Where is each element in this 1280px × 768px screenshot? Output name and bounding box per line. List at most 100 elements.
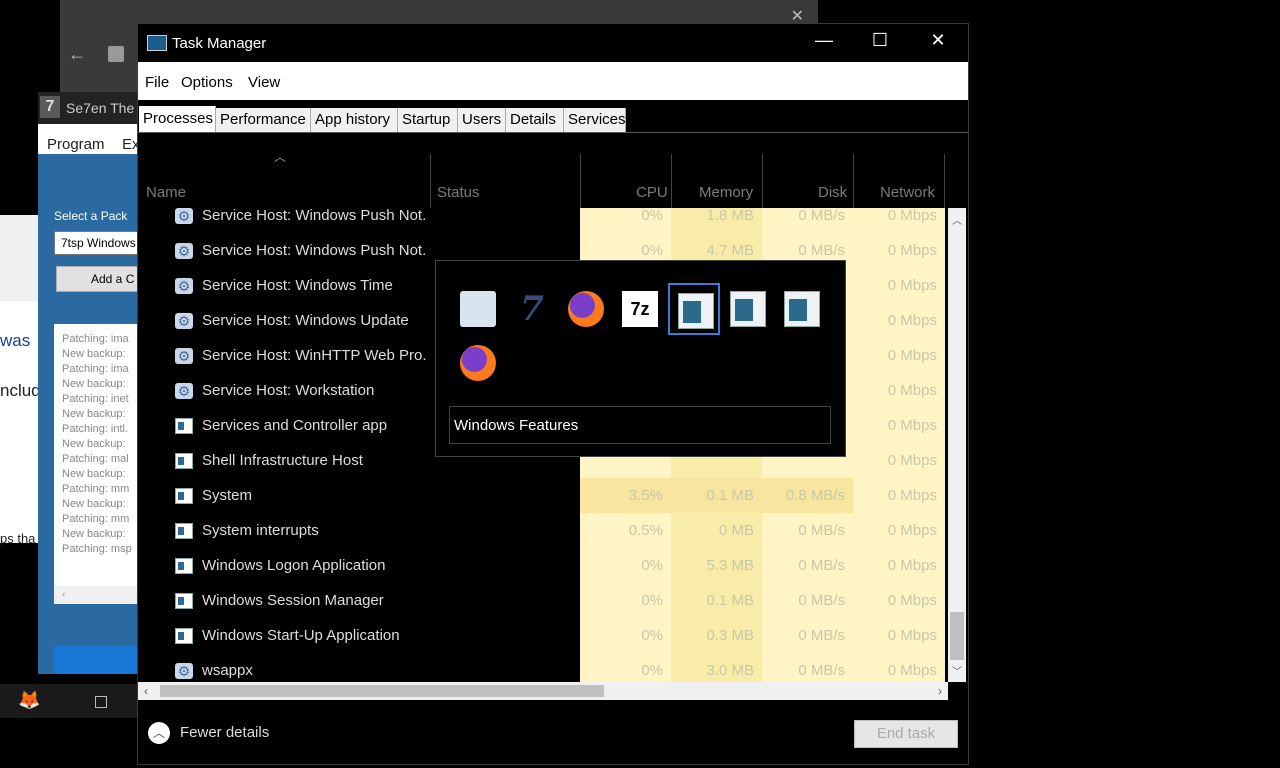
tab-app-history[interactable]: App history (311, 108, 398, 132)
column-divider[interactable] (853, 154, 854, 208)
cell-net: 0 Mbps (853, 208, 945, 233)
gear-icon: ⚙ (175, 208, 193, 224)
favicon-icon (108, 46, 124, 62)
log-line: New backup: (62, 528, 126, 540)
cell-mem: 1.8 MB (671, 208, 762, 233)
chevron-up-icon[interactable]: ︿ (148, 722, 170, 744)
fewer-details-label[interactable]: Fewer details (180, 724, 269, 741)
process-name: System (202, 487, 253, 504)
scroll-thumb[interactable] (160, 685, 604, 697)
window-icon (784, 291, 820, 327)
column-status[interactable]: Status (437, 184, 480, 201)
scroll-thumb[interactable] (950, 612, 964, 660)
page-strip (0, 215, 40, 301)
menu-view[interactable]: View (248, 74, 280, 91)
tab-services[interactable]: Services (564, 108, 626, 132)
switcher-tile[interactable] (452, 337, 504, 389)
cell-mem: 0.1 MB (671, 478, 762, 513)
switcher-tile[interactable] (560, 283, 612, 335)
minimize-icon[interactable]: — (804, 30, 844, 51)
window-icon (175, 418, 193, 434)
switcher-tile[interactable]: 7 (506, 283, 558, 335)
page-text: nclud (0, 381, 41, 400)
scroll-left-icon[interactable]: ‹ (144, 684, 148, 698)
table-row[interactable]: ⚙ Service Host: Windows Push Not... 0% 1.8 … (138, 208, 948, 233)
patch-log: Patching: ima New backup: Patching: ima … (54, 324, 138, 604)
tab-divider (138, 132, 968, 133)
log-line: Patching: ima (62, 333, 129, 345)
cell-cpu: 3.5% (580, 478, 671, 513)
cell-net: 0 Mbps (853, 443, 945, 478)
process-name: System interrupts (202, 522, 319, 539)
horizontal-scrollbar[interactable]: ‹ › (138, 682, 948, 700)
back-arrow-icon[interactable]: ← (68, 44, 86, 65)
tab-users[interactable]: Users (458, 108, 506, 132)
cell-disk: 0 MB/s (762, 208, 853, 233)
log-line: Patching: ima (62, 363, 129, 375)
column-divider[interactable] (671, 154, 672, 208)
gear-icon: ⚙ (175, 348, 193, 364)
column-divider[interactable] (430, 154, 431, 208)
tab-startup[interactable]: Startup (398, 108, 458, 132)
cell-mem: 0.3 MB (671, 618, 762, 653)
process-name: Services and Controller app (202, 417, 388, 434)
process-name: Service Host: Windows Push Not... (202, 208, 427, 224)
menu-file[interactable]: File (145, 74, 169, 91)
switcher-window-title: Windows Features (449, 406, 831, 444)
window-icon (730, 291, 766, 327)
window-icon (175, 453, 193, 469)
table-row[interactable]: Windows Start-Up Application 0% 0.3 MB 0 MB… (138, 618, 948, 653)
table-row[interactable]: ⚙ wsappx 0% 3.0 MB 0 MB/s 0 Mbps (138, 653, 948, 682)
scroll-up-icon[interactable]: ︿ (952, 212, 962, 227)
seven-theme-patcher-window: 7 Se7en The Program Ex Select a Pack 7ts… (38, 92, 140, 674)
table-row[interactable]: System interrupts 0.5% 0 MB 0 MB/s 0 Mbps (138, 513, 948, 548)
column-disk[interactable]: Disk (818, 184, 847, 201)
column-network[interactable]: Network (880, 184, 935, 201)
process-name: Service Host: Windows Push Not... (202, 242, 427, 259)
switcher-tile[interactable] (722, 283, 774, 335)
column-cpu[interactable]: CPU (636, 184, 668, 201)
pack-select[interactable]: 7tsp Windows (54, 231, 138, 255)
switcher-tile[interactable]: 7z (614, 283, 666, 335)
scroll-left-icon[interactable]: ‹ (54, 586, 138, 604)
gear-icon: ⚙ (175, 313, 193, 329)
menu-program[interactable]: Program (47, 136, 105, 153)
tab-performance[interactable]: Performance (216, 108, 311, 132)
window-titlebar: Task Manager — ☐ ✕ (138, 24, 968, 62)
tab-processes[interactable]: Processes (139, 106, 216, 132)
column-name[interactable]: Name (146, 184, 186, 201)
process-name: Shell Infrastructure Host (202, 452, 363, 469)
window-icon (175, 523, 193, 539)
window-title: Se7en The (66, 100, 135, 116)
restore-icon[interactable] (95, 696, 107, 708)
switcher-tile[interactable] (452, 283, 504, 335)
table-row[interactable]: Windows Logon Application 0% 5.3 MB 0 MB/s 0… (138, 548, 948, 583)
column-divider[interactable] (762, 154, 763, 208)
table-row[interactable]: Windows Session Manager 0% 0.1 MB 0 MB/s 0 M… (138, 583, 948, 618)
column-divider[interactable] (580, 154, 581, 208)
cell-net: 0 Mbps (853, 583, 945, 618)
add-button[interactable]: Add a C (56, 266, 138, 292)
process-name: wsappx (202, 662, 253, 679)
switcher-tile-selected[interactable] (668, 283, 720, 335)
cell-cpu: 0% (580, 548, 671, 583)
firefox-icon[interactable]: 🦊 (18, 690, 40, 711)
switcher-tile[interactable] (776, 283, 828, 335)
close-icon[interactable]: ✕ (918, 30, 958, 51)
scroll-down-icon[interactable]: ﹀ (952, 663, 962, 678)
maximize-icon[interactable]: ☐ (860, 30, 900, 51)
cell-mem: 0 MB (671, 513, 762, 548)
tab-details[interactable]: Details (506, 108, 564, 132)
patch-button[interactable] (54, 646, 138, 674)
column-divider[interactable] (944, 154, 945, 208)
table-row[interactable]: System 3.5% 0.1 MB 0.8 MB/s 0 Mbps (138, 478, 948, 513)
column-memory[interactable]: Memory (699, 184, 753, 201)
cell-cpu: 0% (580, 583, 671, 618)
process-name: Windows Start-Up Application (202, 627, 400, 644)
log-line: Patching: mm (62, 483, 130, 495)
menu-options[interactable]: Options (181, 74, 233, 91)
vertical-scrollbar[interactable]: ︿ ﹀ (948, 208, 966, 682)
cell-disk: 0 MB/s (762, 618, 853, 653)
scroll-right-icon[interactable]: › (938, 684, 942, 698)
end-task-button[interactable]: End task (854, 720, 958, 748)
